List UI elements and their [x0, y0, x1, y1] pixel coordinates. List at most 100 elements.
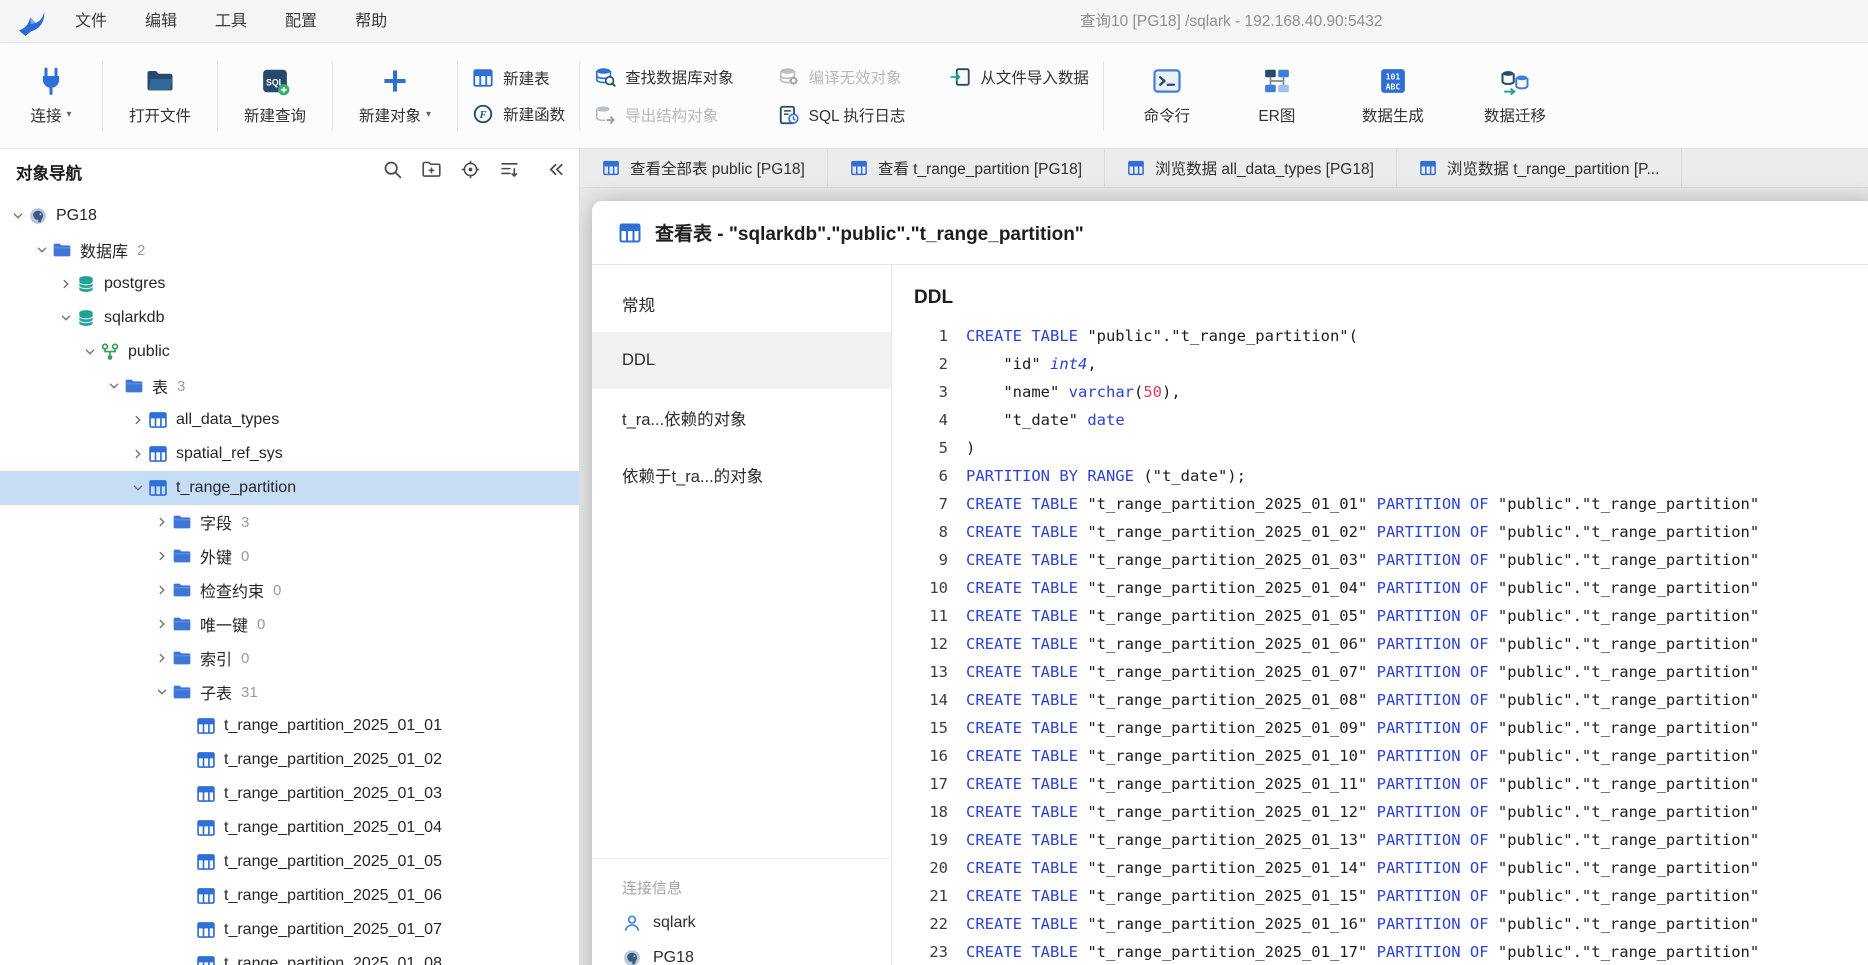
dropdown-caret-icon: ▾	[426, 109, 431, 120]
sql-log-button[interactable]: SQL 执行日志	[778, 104, 906, 126]
line-number: 19	[914, 826, 948, 854]
tree-item-label: 唯一键	[200, 612, 248, 636]
tree-item-label: t_range_partition_2025_01_06	[224, 887, 442, 905]
tree-item[interactable]: spatial_ref_sys	[0, 437, 579, 471]
tree-item[interactable]: t_range_partition	[0, 471, 579, 505]
tree-item[interactable]: 子表31	[0, 675, 579, 709]
nav-ddl[interactable]: DDL	[592, 332, 891, 389]
tab[interactable]: 查看全部表 public [PG18]	[580, 149, 828, 187]
tree-item[interactable]: sqlarkdb	[0, 301, 579, 335]
tree-item-label: t_range_partition_2025_01_08	[224, 955, 442, 965]
tree-item[interactable]: 表3	[0, 369, 579, 403]
tree-item[interactable]: t_range_partition_2025_01_04	[0, 811, 579, 845]
chevron-down-icon[interactable]	[152, 682, 172, 702]
tree-item[interactable]: t_range_partition_2025_01_08	[0, 947, 579, 965]
tree-item[interactable]: t_range_partition_2025_01_07	[0, 913, 579, 947]
new-folder-button[interactable]	[421, 159, 442, 185]
search-button[interactable]	[382, 159, 403, 185]
menu-file[interactable]: 文件	[56, 0, 126, 43]
er-diagram-button-label: ER图	[1258, 104, 1295, 126]
chevron-right-icon[interactable]	[128, 444, 148, 464]
nav-dependents[interactable]: 依赖于t_ra...的对象	[592, 446, 891, 503]
code-line: 4 "t_date" date	[914, 406, 1868, 434]
code-line: 11CREATE TABLE "t_range_partition_2025_0…	[914, 602, 1868, 630]
chevrons-left-button[interactable]	[546, 159, 567, 185]
tree-item[interactable]: 数据库2	[0, 233, 579, 267]
menu-config[interactable]: 配置	[266, 0, 336, 43]
tab[interactable]: 浏览数据 t_range_partition [P...	[1397, 149, 1683, 187]
nav-general[interactable]: 常规	[592, 275, 891, 332]
tree-item[interactable]: PG18	[0, 199, 579, 233]
chevron-down-icon[interactable]	[32, 240, 52, 260]
compile-invalid-button[interactable]: 编译无效对象	[778, 66, 906, 88]
collapse-all-button[interactable]	[499, 159, 520, 185]
dialog-nav: 常规DDLt_ra...依赖的对象依赖于t_ra...的对象 连接信息 sqla…	[592, 265, 892, 965]
tree-item[interactable]: 检查约束0	[0, 573, 579, 607]
menu-help[interactable]: 帮助	[336, 0, 406, 43]
code-line: 6PARTITION BY RANGE ("t_date");	[914, 462, 1868, 490]
chevron-right-icon[interactable]	[152, 546, 172, 566]
chevron-down-icon[interactable]	[80, 342, 100, 362]
import-from-file-button[interactable]: 从文件导入数据	[949, 66, 1089, 88]
tree-item[interactable]: t_range_partition_2025_01_05	[0, 845, 579, 879]
tree-item[interactable]: all_data_types	[0, 403, 579, 437]
tree-item[interactable]: postgres	[0, 267, 579, 301]
data-generate-button[interactable]: 101ABC数据生成	[1350, 66, 1436, 126]
new-function-button[interactable]: F新建函数	[472, 103, 565, 125]
chevron-spacer	[176, 920, 196, 940]
tab-label: 浏览数据 all_data_types [PG18]	[1155, 157, 1374, 179]
tree-item-label: t_range_partition_2025_01_07	[224, 921, 442, 939]
code-line: 17CREATE TABLE "t_range_partition_2025_0…	[914, 770, 1868, 798]
new-object-button[interactable]: 新建对象▾	[347, 66, 443, 126]
tree-item[interactable]: 字段3	[0, 505, 579, 539]
find-db-objects-button[interactable]: 查找数据库对象	[594, 66, 734, 88]
tree-item[interactable]: t_range_partition_2025_01_01	[0, 709, 579, 743]
menu-tools[interactable]: 工具	[196, 0, 266, 43]
tree-item-label: spatial_ref_sys	[176, 445, 283, 463]
tree-item-label: PG18	[56, 207, 97, 225]
line-number: 18	[914, 798, 948, 826]
line-number: 16	[914, 742, 948, 770]
chevron-down-icon[interactable]	[56, 308, 76, 328]
tree-item[interactable]: t_range_partition_2025_01_03	[0, 777, 579, 811]
open-file-button[interactable]: 打开文件	[117, 66, 203, 126]
nav-depends-on[interactable]: t_ra...依赖的对象	[592, 389, 891, 446]
new-folder-icon	[421, 159, 442, 180]
tree-item[interactable]: 唯一键0	[0, 607, 579, 641]
menu-edit[interactable]: 编辑	[126, 0, 196, 43]
code-line: 2 "id" int4,	[914, 350, 1868, 378]
tree-item[interactable]: t_range_partition_2025_01_06	[0, 879, 579, 913]
table-icon	[148, 444, 168, 464]
tree-item[interactable]: t_range_partition_2025_01_02	[0, 743, 579, 777]
tree-item-count: 0	[273, 582, 281, 599]
chevron-down-icon[interactable]	[8, 206, 28, 226]
tab[interactable]: 查看 t_range_partition [PG18]	[828, 149, 1105, 187]
tab-bar: 查看全部表 public [PG18]查看 t_range_partition …	[580, 149, 1868, 188]
locate-button[interactable]	[460, 159, 481, 185]
chevron-right-icon[interactable]	[128, 410, 148, 430]
chevron-right-icon[interactable]	[152, 648, 172, 668]
sidebar-header-icons	[382, 159, 567, 185]
chevron-right-icon[interactable]	[56, 274, 76, 294]
chevron-spacer	[176, 716, 196, 736]
svg-text:F: F	[479, 109, 487, 120]
tree-item[interactable]: public	[0, 335, 579, 369]
dropdown-caret-icon: ▾	[66, 109, 71, 120]
chevron-right-icon[interactable]	[152, 512, 172, 532]
code-line: 13CREATE TABLE "t_range_partition_2025_0…	[914, 658, 1868, 686]
tree-item[interactable]: 外键0	[0, 539, 579, 573]
data-migrate-button[interactable]: 数据迁移	[1472, 66, 1558, 126]
terminal-button[interactable]: 命令行	[1130, 66, 1204, 126]
new-table-button-label: 新建表	[503, 67, 550, 89]
chevron-down-icon[interactable]	[128, 478, 148, 498]
tab[interactable]: 浏览数据 all_data_types [PG18]	[1105, 149, 1397, 187]
new-table-button[interactable]: 新建表	[472, 67, 565, 89]
chevron-right-icon[interactable]	[152, 614, 172, 634]
export-structure-button[interactable]: 导出结构对象	[594, 104, 734, 126]
tree-item[interactable]: 索引0	[0, 641, 579, 675]
chevron-down-icon[interactable]	[104, 376, 124, 396]
chevron-right-icon[interactable]	[152, 580, 172, 600]
new-query-button[interactable]: SQL新建查询	[232, 66, 318, 126]
connect-button[interactable]: 连接▾	[14, 66, 88, 126]
er-diagram-button[interactable]: ER图	[1240, 66, 1314, 126]
